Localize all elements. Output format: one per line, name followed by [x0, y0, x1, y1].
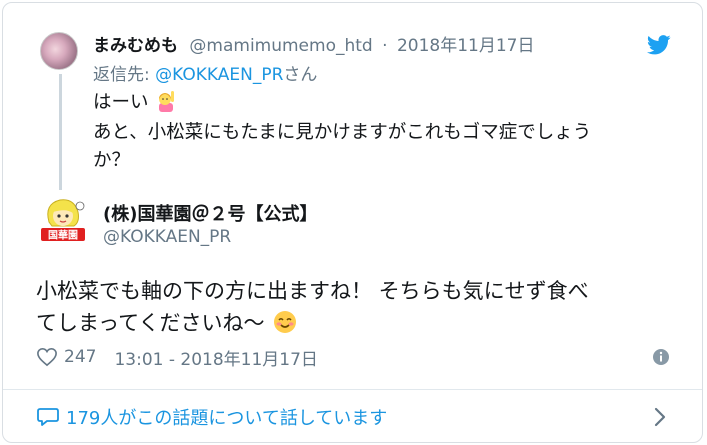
reply-avatar[interactable]: [40, 32, 78, 70]
raising-hand-emoji-icon: [159, 91, 175, 112]
author-handle[interactable]: @KOKKAEN_PR: [103, 227, 231, 247]
tweet-timestamp[interactable]: 13:01 - 2018年11月17日: [114, 345, 317, 370]
twitter-logo-icon[interactable]: [647, 35, 671, 55]
discussion-label: 179人がこの話題について話しています: [66, 408, 388, 429]
reply-to-handle[interactable]: @KOKKAEN_PR: [155, 65, 283, 85]
reply-text-line-1: はーい: [93, 90, 176, 116]
reply-date[interactable]: 2018年11月17日: [397, 36, 535, 56]
reply-to-line: 返信先: @KOKKAEN_PRさん: [93, 64, 317, 86]
chevron-right-icon[interactable]: [652, 406, 668, 428]
tweet-text-line-2: てしまってくださいね〜: [36, 308, 297, 338]
reply-to-prefix: 返信先:: [93, 65, 150, 85]
tweet-text-2: てしまってくださいね〜: [36, 311, 265, 335]
divider: [3, 389, 702, 390]
reply-author-name[interactable]: まみむめも: [93, 36, 178, 56]
reply-text-line-3: か？: [93, 150, 131, 171]
reply-header: まみむめも @mamimumemo_htd · 2018年11月17日: [93, 35, 534, 57]
info-icon[interactable]: [652, 348, 670, 366]
author-avatar[interactable]: 国華園: [38, 194, 88, 244]
reply-author-handle[interactable]: @mamimumemo_htd: [189, 36, 372, 56]
heart-icon[interactable]: [36, 347, 58, 367]
author-name[interactable]: (株)国華園＠２号【公式】: [103, 200, 317, 226]
tweet-text-line-1: 小松菜でも軸の下の方に出ますね！ そちらも気にせず食べ: [36, 279, 589, 303]
thread-line: [59, 74, 62, 190]
tweet-meta-row: 247 13:01 - 2018年11月17日: [36, 344, 318, 370]
speech-bubble-icon: [37, 408, 59, 426]
avatar-label: 国華園: [48, 229, 78, 242]
reply-separator: ·: [382, 36, 388, 56]
smiling-face-emoji-icon: [274, 311, 297, 333]
like-count[interactable]: 247: [64, 347, 96, 367]
reply-text-1: はーい: [93, 92, 149, 113]
reply-text-line-2: あと、小松菜にもたまに見かけますがこれもゴマ症でしょう: [93, 122, 592, 143]
discussion-link[interactable]: 179人がこの話題について話しています: [36, 404, 387, 430]
reply-to-suffix: さん: [283, 65, 318, 85]
